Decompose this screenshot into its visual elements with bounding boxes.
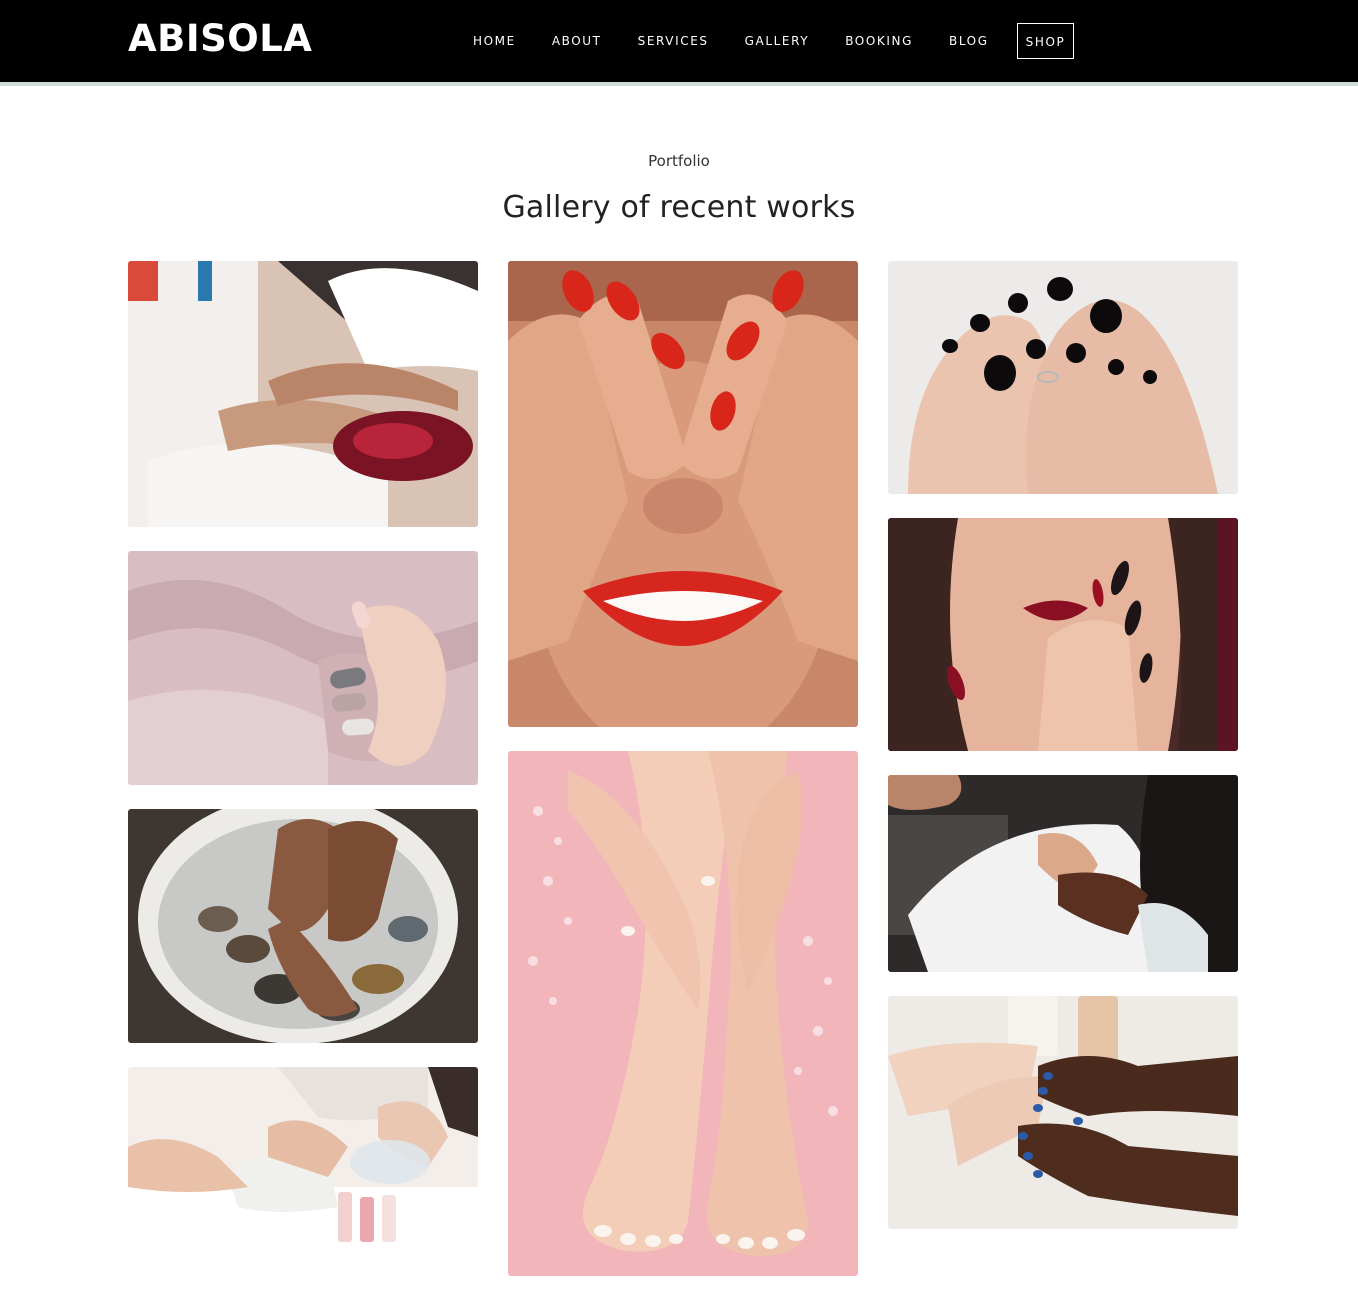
foot-soak-stone-bowl-image xyxy=(128,809,478,1043)
section-kicker: Portfolio xyxy=(648,152,710,170)
gallery-photo-pink-french-pedicure-feet[interactable] xyxy=(508,751,858,1276)
nav-link-gallery[interactable]: GALLERY xyxy=(727,22,828,60)
nail-technician-at-work-image xyxy=(888,775,1238,972)
burgundy-nail-art-portrait-image xyxy=(888,518,1238,751)
gallery-photo-blue-polish-manicure[interactable] xyxy=(888,996,1238,1229)
gallery-photo-black-toenail-polish[interactable] xyxy=(888,261,1238,494)
nav-link-home[interactable]: HOME xyxy=(455,22,534,60)
gallery-photo-pedicure-salon-treatment[interactable] xyxy=(128,261,478,527)
gallery-photo-nail-technician-at-work[interactable] xyxy=(888,775,1238,972)
gallery-photo-burgundy-nail-art-portrait[interactable] xyxy=(888,518,1238,751)
black-toenail-polish-image xyxy=(888,261,1238,494)
header-divider xyxy=(0,82,1358,86)
pink-knit-sweater-manicure-image xyxy=(128,551,478,785)
pink-french-pedicure-feet-image xyxy=(508,751,858,1276)
gallery-photo-red-nails-covering-eyes[interactable] xyxy=(508,261,858,727)
brand-logo[interactable]: ABISOLA xyxy=(128,17,312,61)
gallery-photo-foot-soak-stone-bowl[interactable] xyxy=(128,809,478,1043)
red-nails-covering-eyes-image xyxy=(508,261,858,727)
nav-link-blog[interactable]: BLOG xyxy=(931,22,1007,60)
site-header: ABISOLA HOME ABOUT SERVICES GALLERY BOOK… xyxy=(0,0,1358,82)
nav-link-booking[interactable]: BOOKING xyxy=(827,22,931,60)
nav-link-about[interactable]: ABOUT xyxy=(534,22,620,60)
nav-link-shop[interactable]: SHOP xyxy=(1016,23,1075,59)
gallery-photo-pink-knit-sweater-manicure[interactable] xyxy=(128,551,478,785)
section-title: Gallery of recent works xyxy=(502,190,856,225)
gallery-photo-manicure-table-polish-bottles[interactable] xyxy=(128,1067,478,1253)
main-navigation: HOME ABOUT SERVICES GALLERY BOOKING BLOG… xyxy=(455,22,1075,60)
pedicure-salon-treatment-image xyxy=(128,261,478,527)
blue-polish-manicure-image xyxy=(888,996,1238,1229)
manicure-table-polish-bottles-image xyxy=(128,1067,478,1253)
nav-link-services[interactable]: SERVICES xyxy=(620,22,727,60)
